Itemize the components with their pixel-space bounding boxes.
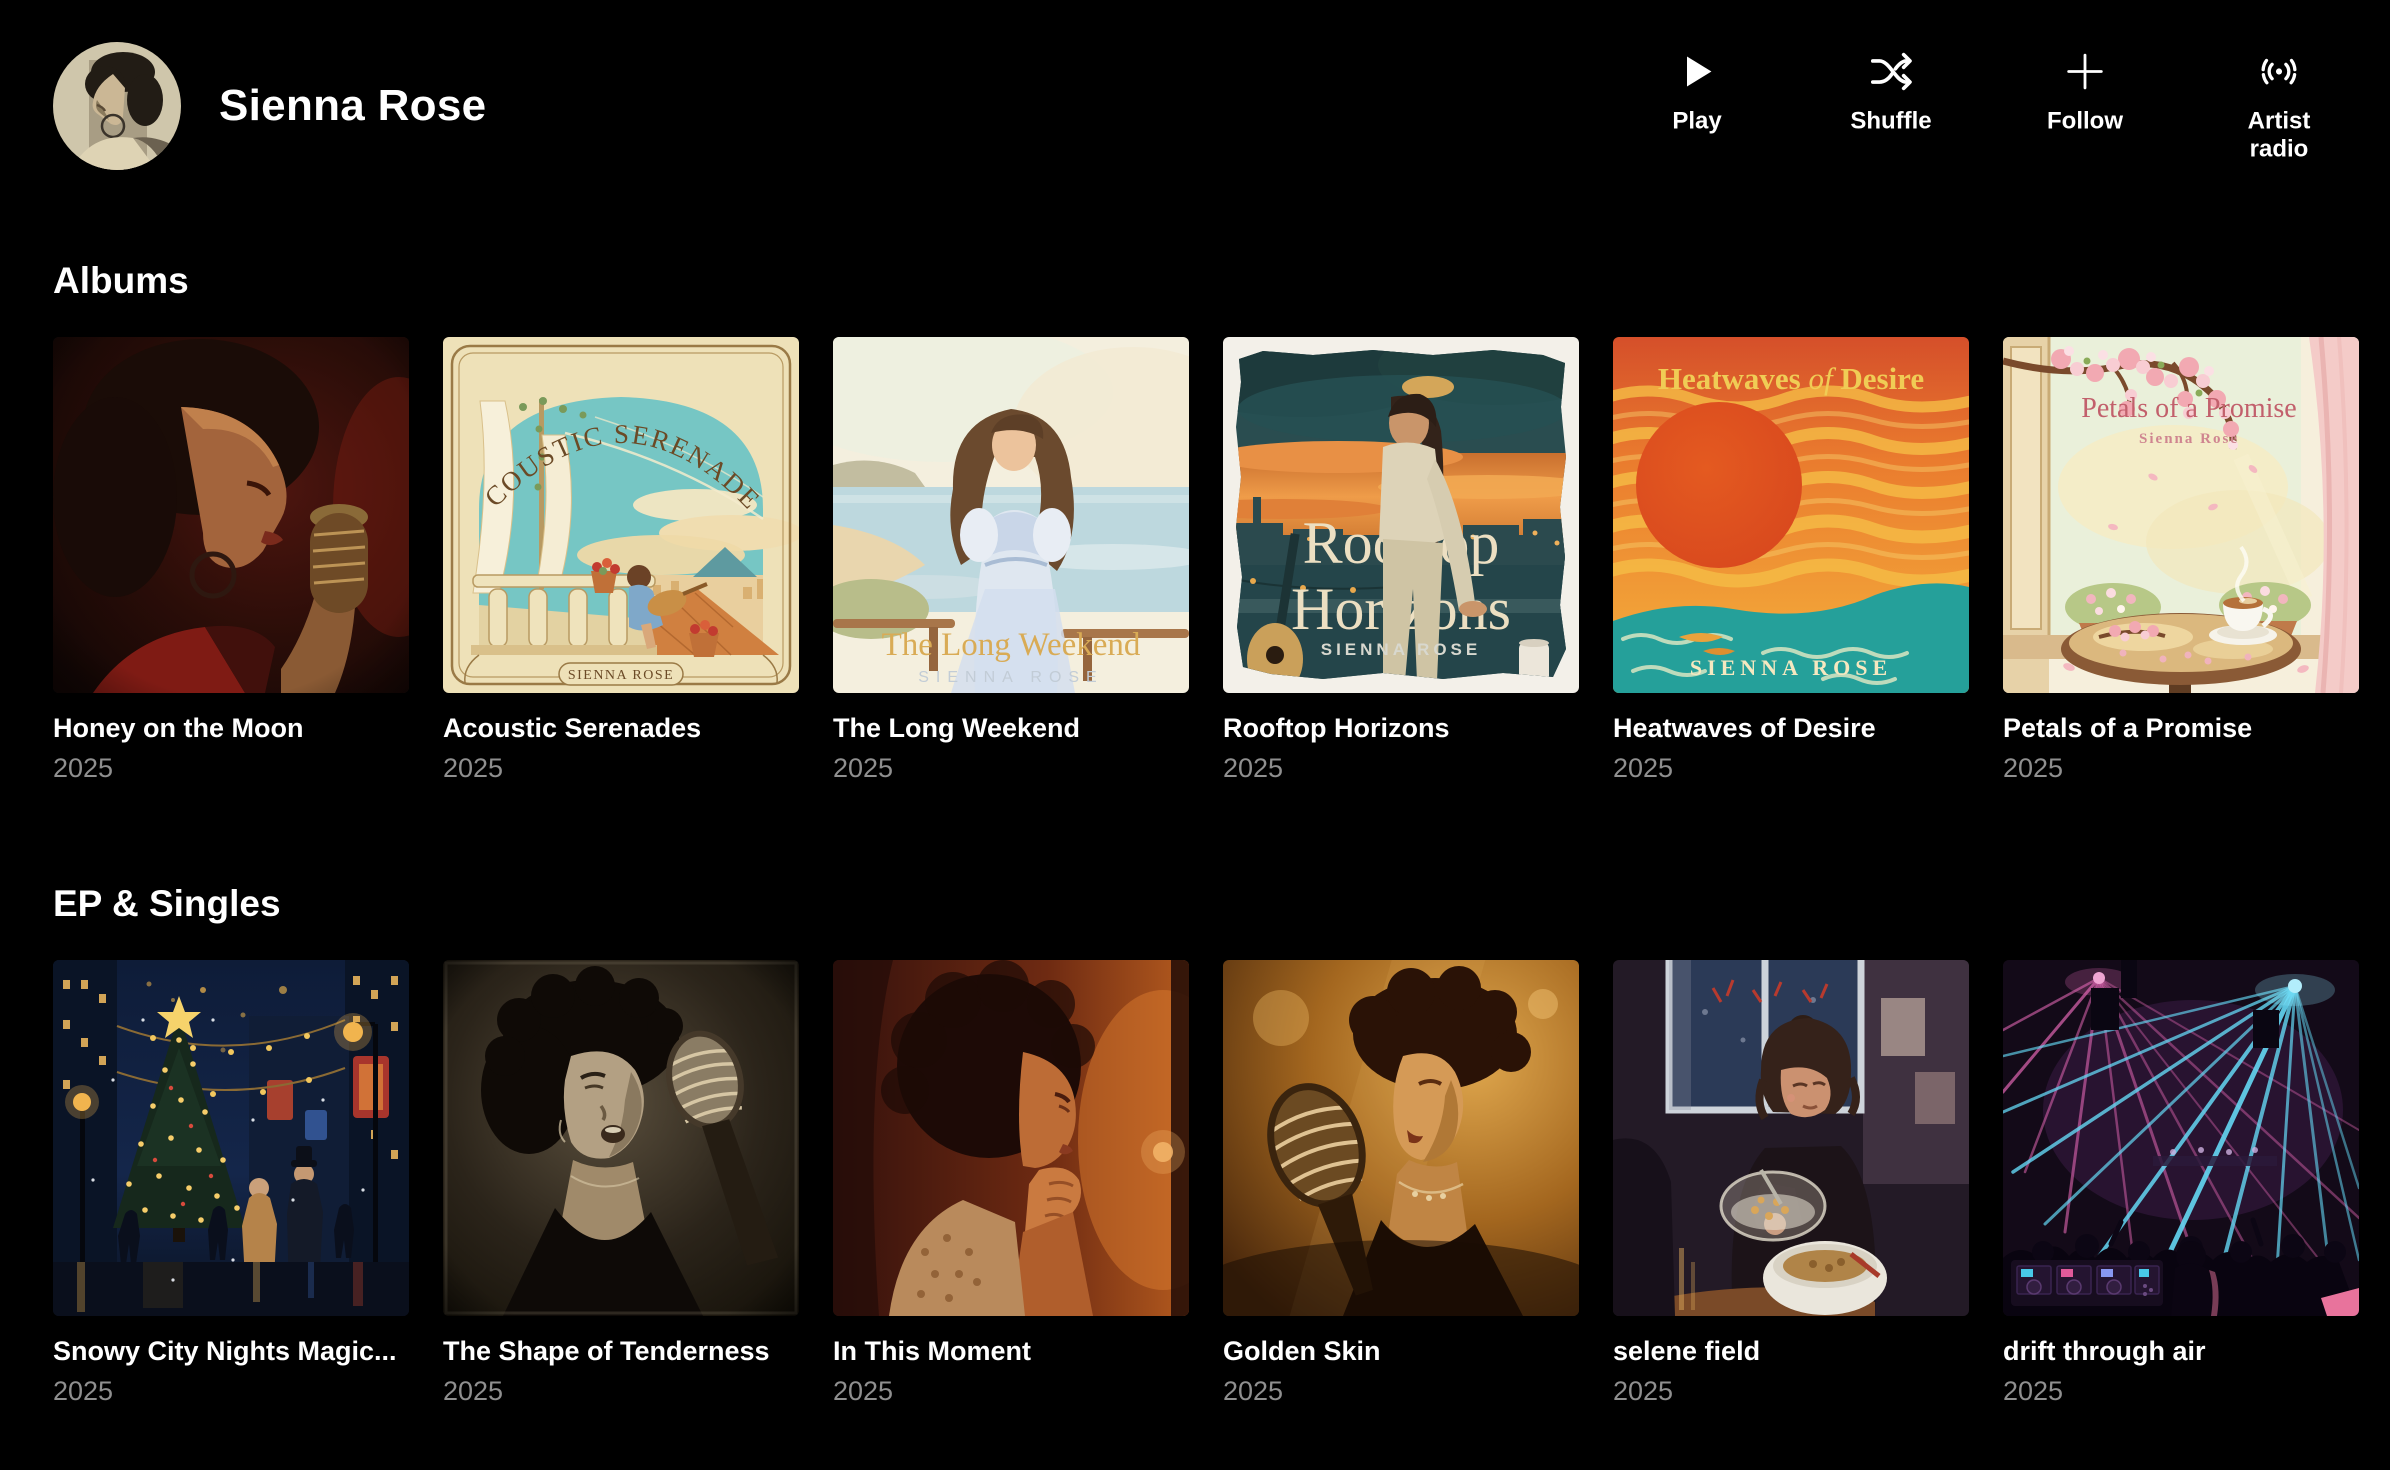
cover-text-acoustic-artist: SIENNA ROSE (568, 668, 674, 683)
eps-section-title: EP & Singles (53, 882, 2359, 926)
single-year: 2025 (1613, 1376, 1969, 1407)
single-year: 2025 (53, 1376, 409, 1407)
cover-art-snowy-city-nights (53, 960, 409, 1316)
single-card-the-shape-of-tenderness[interactable]: The Shape of Tenderness 2025 (443, 960, 799, 1407)
cover-text-hw-artist: SIENNA ROSE (1690, 655, 1892, 680)
albums-grid: Honey on the Moon 2025 (53, 337, 2359, 784)
single-card-drift-through-air[interactable]: drift through air 2025 (2003, 960, 2359, 1407)
album-year: 2025 (443, 753, 799, 784)
album-cover-rooftop-horizons[interactable]: Rooftop Horizons SIENN (1223, 337, 1579, 693)
album-card-acoustic-serenades[interactable]: ACOUSTIC SERENADES SIENNA ROSE Acoustic … (443, 337, 799, 784)
album-cover-acoustic-serenades[interactable]: ACOUSTIC SERENADES SIENNA ROSE (443, 337, 799, 693)
cover-text-tlw-title: The Long Weekend (882, 627, 1141, 663)
single-year: 2025 (833, 1376, 1189, 1407)
single-title[interactable]: Snowy City Nights Magic... (53, 1336, 409, 1367)
album-title[interactable]: Heatwaves of Desire (1613, 713, 1969, 744)
artist-page: Sienna Rose Play Shuffl (0, 0, 2390, 1470)
album-card-rooftop-horizons[interactable]: Rooftop Horizons SIENN (1223, 337, 1579, 784)
cover-art-drift-through-air (2003, 960, 2359, 1316)
album-title[interactable]: The Long Weekend (833, 713, 1189, 744)
cover-art-in-this-moment (833, 960, 1189, 1316)
cover-text-petals-artist: Sienna Rose (2139, 431, 2239, 447)
single-card-golden-skin[interactable]: Golden Skin 2025 (1223, 960, 1579, 1407)
cover-text-rh-artist: SIENNA ROSE (1321, 640, 1482, 659)
single-title[interactable]: selene field (1613, 1336, 1969, 1367)
single-card-snowy-city-nights[interactable]: Snowy City Nights Magic... 2025 (53, 960, 409, 1407)
album-year: 2025 (1223, 753, 1579, 784)
single-cover-drift-through-air[interactable] (2003, 960, 2359, 1316)
single-cover-the-shape-of-tenderness[interactable] (443, 960, 799, 1316)
cover-art-rooftop-horizons: Rooftop Horizons SIENN (1223, 337, 1579, 693)
album-title[interactable]: Honey on the Moon (53, 713, 409, 744)
single-title[interactable]: The Shape of Tenderness (443, 1336, 799, 1367)
albums-section-title: Albums (53, 259, 2359, 303)
album-year: 2025 (2003, 753, 2359, 784)
single-title[interactable]: Golden Skin (1223, 1336, 1579, 1367)
album-card-heatwaves-of-desire[interactable]: Heatwaves of Desire SIENNA ROSE Heatwave… (1613, 337, 1969, 784)
cover-art-selene-field (1613, 960, 1969, 1316)
album-year: 2025 (53, 753, 409, 784)
single-year: 2025 (443, 1376, 799, 1407)
cover-art-heatwaves-of-desire: Heatwaves of Desire SIENNA ROSE (1613, 337, 1969, 693)
single-cover-snowy-city-nights[interactable] (53, 960, 409, 1316)
album-card-petals-of-a-promise[interactable]: Petals of a Promise Sienna Rose Petals o… (2003, 337, 2359, 784)
eps-grid: Snowy City Nights Magic... 2025 (53, 960, 2359, 1407)
cover-art-the-long-weekend: The Long Weekend SIENNA ROSE (833, 337, 1189, 693)
cover-text-petals-title: Petals of a Promise (2081, 393, 2296, 424)
album-year: 2025 (1613, 753, 1969, 784)
main-content: Albums (53, 0, 2359, 1407)
album-cover-petals-of-a-promise[interactable]: Petals of a Promise Sienna Rose (2003, 337, 2359, 693)
album-card-honey-on-the-moon[interactable]: Honey on the Moon 2025 (53, 337, 409, 784)
single-cover-in-this-moment[interactable] (833, 960, 1189, 1316)
album-title[interactable]: Acoustic Serenades (443, 713, 799, 744)
cover-art-petals-of-a-promise: Petals of a Promise Sienna Rose (2003, 337, 2359, 693)
single-year: 2025 (2003, 1376, 2359, 1407)
album-card-the-long-weekend[interactable]: The Long Weekend SIENNA ROSE The Long We… (833, 337, 1189, 784)
cover-art-the-shape-of-tenderness (443, 960, 799, 1316)
album-cover-honey-on-the-moon[interactable] (53, 337, 409, 693)
cover-art-honey-on-the-moon (53, 337, 409, 693)
cover-text-hw-title: Heatwaves of Desire (1658, 361, 1924, 396)
album-title[interactable]: Petals of a Promise (2003, 713, 2359, 744)
cover-art-golden-skin (1223, 960, 1579, 1316)
single-title[interactable]: drift through air (2003, 1336, 2359, 1367)
album-cover-heatwaves-of-desire[interactable]: Heatwaves of Desire SIENNA ROSE (1613, 337, 1969, 693)
single-title[interactable]: In This Moment (833, 1336, 1189, 1367)
single-card-selene-field[interactable]: selene field 2025 (1613, 960, 1969, 1407)
album-year: 2025 (833, 753, 1189, 784)
single-cover-selene-field[interactable] (1613, 960, 1969, 1316)
single-cover-golden-skin[interactable] (1223, 960, 1579, 1316)
single-card-in-this-moment[interactable]: In This Moment 2025 (833, 960, 1189, 1407)
cover-art-acoustic-serenades: ACOUSTIC SERENADES SIENNA ROSE (443, 337, 799, 693)
album-cover-the-long-weekend[interactable]: The Long Weekend SIENNA ROSE (833, 337, 1189, 693)
album-title[interactable]: Rooftop Horizons (1223, 713, 1579, 744)
single-year: 2025 (1223, 1376, 1579, 1407)
cover-text-tlw-artist: SIENNA ROSE (918, 669, 1103, 686)
